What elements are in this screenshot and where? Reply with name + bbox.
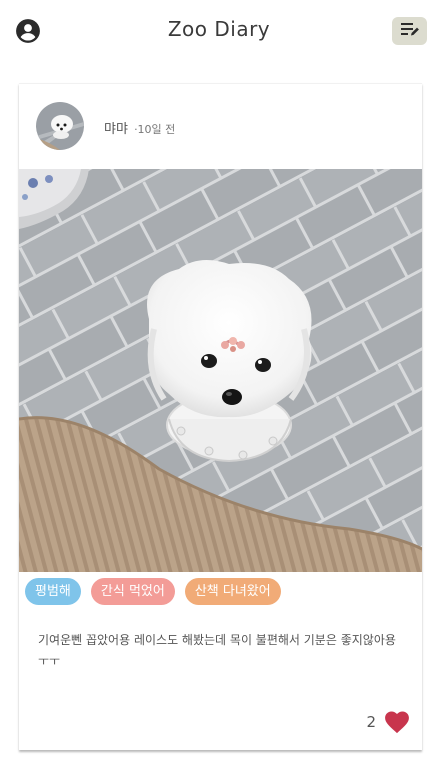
heart-icon[interactable] [384,710,410,734]
author-name[interactable]: 먀먀 [104,122,128,137]
post-header: 먀먀 ·10일 전 [19,84,422,169]
post-text: 기여운뻰 꼽았어용 레이스도 해봤는데 목이 불편해서 기분은 좋지않아용ㅜㅜ [38,633,396,668]
app-title: Zoo Diary [167,17,271,41]
post-time: ·10일 전 [134,123,176,136]
tag-ate-snack[interactable]: 간식 먹었어 [90,578,175,605]
tag-list: 평범해 간식 먹었어 산책 다녀왔어 [25,578,281,605]
post-card: 먀먀 ·10일 전 평범해 간식 먹었어 산책 다녀왔어 기여운뻰 꼽았어용 레… [19,83,422,750]
write-post-button[interactable] [392,17,427,45]
tag-went-walk[interactable]: 산책 다녀왔어 [184,578,281,605]
author-line: 먀먀 ·10일 전 [104,118,175,137]
avatar[interactable] [36,102,84,150]
like-count: 2 [366,713,376,731]
like-area: 2 [366,710,410,734]
edit-list-icon [400,21,420,41]
post-photo [19,169,422,572]
top-app-bar: Zoo Diary [0,0,438,62]
tag-mood-normal[interactable]: 평범해 [25,578,81,605]
